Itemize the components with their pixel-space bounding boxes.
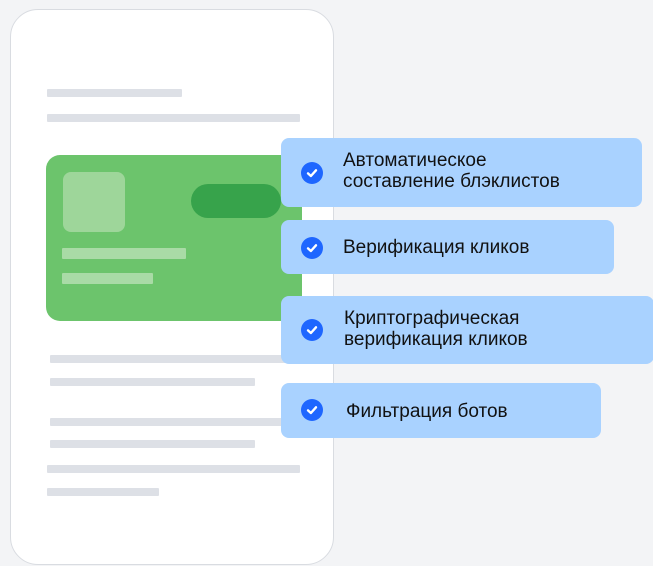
placeholder-line <box>47 488 159 496</box>
card-image-placeholder <box>63 172 125 232</box>
feature-label: Криптографическая верификация кликов <box>344 308 528 350</box>
placeholder-line <box>50 355 300 363</box>
card-text-line <box>62 248 186 259</box>
feature-label: Верификация кликов <box>343 237 530 258</box>
check-circle-icon <box>301 237 323 259</box>
placeholder-line <box>47 114 300 122</box>
feature-label: Автоматическое составление блэклистов <box>343 150 560 192</box>
card-text-line <box>62 273 153 284</box>
feature-crypto-click-verification: Криптографическая верификация кликов <box>281 296 653 364</box>
placeholder-line <box>50 440 255 448</box>
placeholder-line <box>47 465 300 473</box>
feature-click-verification: Верификация кликов <box>281 220 614 274</box>
feature-label: Фильтрация ботов <box>346 401 508 422</box>
check-circle-icon <box>301 319 323 341</box>
check-circle-icon <box>301 162 323 184</box>
feature-auto-blacklists: Автоматическое составление блэклистов <box>281 138 642 207</box>
check-circle-icon <box>301 399 323 421</box>
placeholder-line <box>47 89 182 97</box>
placeholder-line <box>50 378 255 386</box>
feature-bot-filtering: Фильтрация ботов <box>281 383 601 438</box>
card-button-placeholder <box>191 184 281 218</box>
placeholder-line <box>50 418 300 426</box>
